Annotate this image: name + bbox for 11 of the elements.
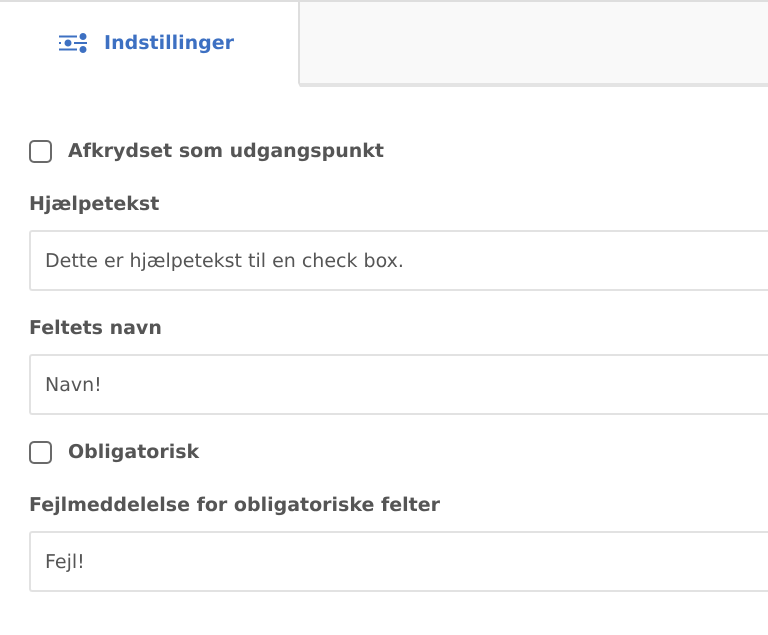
checkbox-label: Obligatorisk [68, 440, 200, 464]
sliders-icon [59, 32, 87, 52]
text-field[interactable]: Dette er hjælpetekst til en check box. [29, 230, 768, 291]
checkbox-label: Afkrydset som udgangspunkt [68, 139, 384, 163]
field-label: Hjælpetekst [29, 192, 160, 216]
checkbox[interactable] [29, 440, 52, 464]
field-label: Feltets navn [29, 316, 162, 340]
text-field[interactable]: Navn! [29, 354, 768, 415]
checkbox[interactable] [29, 140, 52, 162]
field-label: Fejlmeddelelse for obligatoriske felter [29, 493, 440, 517]
text-field[interactable]: Fejl! [29, 531, 768, 592]
